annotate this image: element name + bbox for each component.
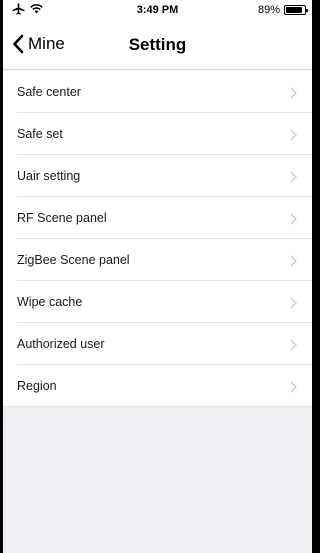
settings-item-authorized-user[interactable]: Authorized user [3,323,312,365]
battery-percent: 89% [257,4,280,16]
settings-item-safe-set[interactable]: Safe set [3,113,312,155]
chevron-right-icon [290,128,297,146]
navigation-bar: Mine Setting [3,20,312,70]
status-bar: 3:49 PM 89% [3,0,312,20]
settings-item-zigbee-scene-panel[interactable]: ZigBee Scene panel [3,239,312,281]
settings-item-label: Safe center [17,85,81,99]
chevron-right-icon [290,170,297,188]
settings-item-safe-center[interactable]: Safe center [3,71,312,113]
chevron-right-icon [290,380,297,398]
settings-item-label: Wipe cache [17,295,83,309]
chevron-right-icon [290,86,297,104]
chevron-right-icon [290,296,297,314]
chevron-right-icon [290,338,297,356]
settings-item-rf-scene-panel[interactable]: RF Scene panel [3,197,312,239]
settings-screen: 3:49 PM 89% Mine Setting Safe center Saf… [3,0,312,553]
battery-icon [284,5,308,15]
status-right: 89% [257,4,308,16]
settings-item-label: ZigBee Scene panel [17,253,130,267]
chevron-right-icon [290,254,297,272]
settings-list: Safe center Safe set Uair setting RF Sce… [3,71,312,407]
battery-fill [286,7,302,13]
settings-item-label: Safe set [17,127,63,141]
settings-item-label: Region [17,379,57,393]
settings-item-label: Authorized user [17,337,105,351]
settings-item-label: Uair setting [17,169,81,183]
chevron-right-icon [290,212,297,230]
settings-item-label: RF Scene panel [17,211,107,225]
settings-item-region[interactable]: Region [3,365,312,407]
page-title: Setting [128,35,187,54]
settings-item-uair-setting[interactable]: Uair setting [3,155,312,197]
settings-item-wipe-cache[interactable]: Wipe cache [3,281,312,323]
